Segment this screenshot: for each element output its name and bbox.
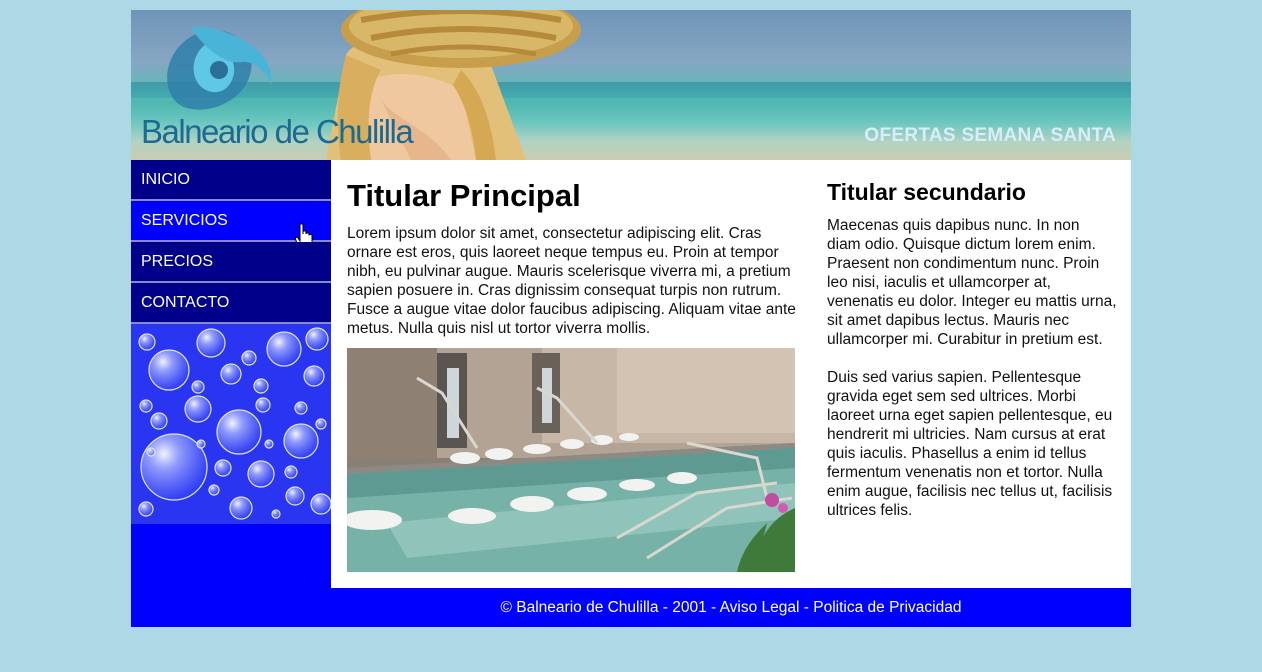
page-container: Balneario de Chulilla OFERTAS SEMANA SAN… — [131, 10, 1131, 627]
main-paragraph: Lorem ipsum dolor sit amet, consectetur … — [347, 225, 796, 337]
footer-text[interactable]: © Balneario de Chulilla - 2001 - Aviso L… — [501, 588, 962, 627]
logo-text[interactable]: Balneario de Chulilla — [141, 114, 414, 150]
offers-link[interactable]: OFERTAS SEMANA SANTA — [864, 125, 1116, 147]
main-content: Titular Principal Lorem ipsum dolor sit … — [347, 178, 797, 338]
swirl-logo-icon — [167, 26, 272, 110]
nav-item-label: SERVICIOS — [141, 212, 228, 229]
sidebar: INICIO SERVICIOS PRECIOS CONTACTO — [131, 160, 331, 588]
nav-item-precios[interactable]: PRECIOS — [131, 242, 331, 283]
header-banner: Balneario de Chulilla OFERTAS SEMANA SAN… — [131, 10, 1131, 160]
aside-title: Titular secundario — [827, 179, 1026, 205]
bubbles-image — [131, 324, 331, 524]
aside-content: Titular secundario Maecenas quis dapibus… — [827, 178, 1117, 520]
nav-item-inicio[interactable]: INICIO — [131, 160, 331, 201]
nav-item-contacto[interactable]: CONTACTO — [131, 283, 331, 324]
aside-paragraph-2: Duis sed varius sapien. Pellentesque gra… — [827, 369, 1113, 519]
main-title: Titular Principal — [347, 178, 581, 213]
footer: © Balneario de Chulilla - 2001 - Aviso L… — [131, 588, 1131, 627]
aside-paragraph-1: Maecenas quis dapibus nunc. In non diam … — [827, 217, 1117, 348]
spa-pool-photo — [347, 348, 795, 572]
nav-item-servicios[interactable]: SERVICIOS — [131, 201, 331, 249]
